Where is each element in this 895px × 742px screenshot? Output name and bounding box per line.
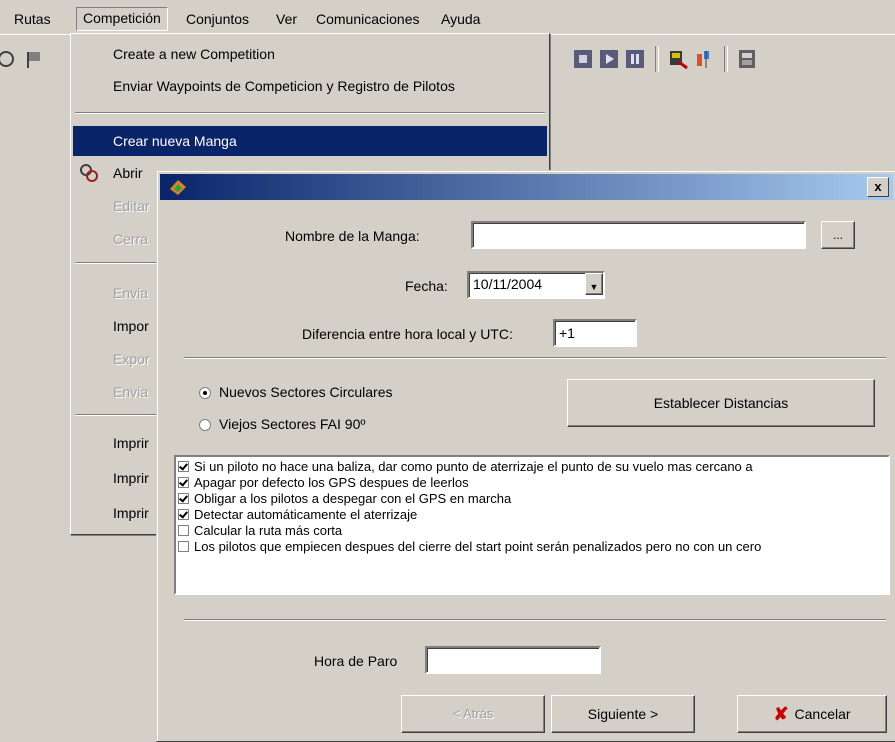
- fecha-label: Fecha:: [405, 278, 448, 294]
- options-checklist: Si un piloto no hace una baliza, dar com…: [174, 455, 890, 595]
- menu-comunicaciones[interactable]: Comunicaciones: [310, 8, 426, 30]
- tool-flag-icon[interactable]: [22, 48, 44, 70]
- chevron-down-icon: ▼: [589, 282, 599, 292]
- radio-viejos-label: Viejos Sectores FAI 90º: [219, 416, 366, 432]
- menu-bar: Rutas Competición Conjuntos Ver Comunica…: [0, 0, 895, 34]
- menu-competicion[interactable]: Competición: [76, 7, 168, 31]
- fecha-value: 10/11/2004: [473, 276, 543, 292]
- exit-icon[interactable]: [736, 48, 758, 70]
- siguiente-button[interactable]: Siguiente >: [551, 695, 695, 733]
- hora-paro-input[interactable]: [425, 646, 601, 674]
- option-row[interactable]: Si un piloto no hace una baliza, dar com…: [178, 459, 753, 475]
- dialog-divider: [184, 619, 886, 621]
- checkbox-checked[interactable]: [178, 493, 189, 504]
- option-row[interactable]: Apagar por defecto los GPS despues de le…: [178, 475, 469, 491]
- diferencia-label: Diferencia entre hora local y UTC:: [302, 326, 513, 342]
- cancelar-label: Cancelar: [794, 706, 851, 722]
- menu-ver[interactable]: Ver: [270, 8, 303, 30]
- dialog-divider: [184, 357, 886, 359]
- menu-item-create-competition[interactable]: Create a new Competition: [73, 39, 547, 69]
- gps-read-icon[interactable]: [667, 48, 689, 70]
- radio-nuevos-label: Nuevos Sectores Circulares: [219, 384, 393, 400]
- option-row[interactable]: Detectar automáticamente el aterrizaje: [178, 507, 417, 523]
- checkbox-checked[interactable]: [178, 477, 189, 488]
- establecer-distancias-button[interactable]: Establecer Distancias: [567, 379, 875, 427]
- option-label: Si un piloto no hace una baliza, dar com…: [194, 459, 753, 474]
- nombre-manga-input[interactable]: [471, 221, 806, 249]
- toolbar-separator: [724, 46, 728, 72]
- option-label: Apagar por defecto los GPS despues de le…: [194, 475, 469, 490]
- cancel-x-icon: ✘: [773, 704, 789, 724]
- menu-separator: [75, 112, 545, 114]
- menu-item-crear-nueva-manga[interactable]: Crear nueva Manga: [73, 126, 547, 156]
- option-row[interactable]: Calcular la ruta más corta: [178, 523, 342, 539]
- play-icon[interactable]: [598, 48, 620, 70]
- checkbox-unchecked[interactable]: [178, 541, 189, 552]
- browse-button[interactable]: ...: [821, 221, 855, 249]
- checkbox-unchecked[interactable]: [178, 525, 189, 536]
- pause-icon[interactable]: [624, 48, 646, 70]
- close-button[interactable]: x: [867, 177, 889, 197]
- diferencia-utc-input[interactable]: [553, 319, 637, 347]
- gps-send-icon[interactable]: [693, 48, 715, 70]
- menu-rutas[interactable]: Rutas: [8, 8, 57, 30]
- atras-button: < Atrás: [401, 695, 545, 733]
- option-row[interactable]: Los pilotos que empiecen despues del cie…: [178, 539, 761, 555]
- hora-paro-label: Hora de Paro: [314, 653, 398, 669]
- option-label: Detectar automáticamente el aterrizaje: [194, 507, 418, 522]
- nombre-label: Nombre de la Manga:: [285, 228, 420, 244]
- option-label: Calcular la ruta más corta: [194, 523, 343, 538]
- menu-item-enviar-waypoints[interactable]: Enviar Waypoints de Competicion y Regist…: [73, 71, 547, 101]
- radio-viejos-sectores[interactable]: [199, 419, 211, 431]
- option-label: Los pilotos que empiecen despues del cie…: [194, 539, 762, 554]
- cancelar-button[interactable]: ✘ Cancelar: [737, 695, 887, 733]
- dialog-titlebar[interactable]: x: [160, 174, 893, 200]
- fecha-select[interactable]: 10/11/2004 ▼: [467, 271, 605, 299]
- radio-nuevos-sectores[interactable]: [199, 387, 211, 399]
- option-row[interactable]: Obligar a los pilotos a despegar con el …: [178, 491, 511, 507]
- menu-ayuda[interactable]: Ayuda: [435, 8, 486, 30]
- stop-icon[interactable]: [572, 48, 594, 70]
- option-label: Obligar a los pilotos a despegar con el …: [194, 491, 512, 506]
- app-icon: [168, 177, 188, 197]
- menu-conjuntos[interactable]: Conjuntos: [180, 8, 255, 30]
- checkbox-checked[interactable]: [178, 509, 189, 520]
- fecha-dropdown-button[interactable]: ▼: [585, 273, 603, 295]
- toolbar-separator: [655, 46, 659, 72]
- crear-manga-dialog: x Nombre de la Manga: ... Fecha: 10/11/2…: [156, 170, 895, 742]
- tool-edit-icon[interactable]: [0, 48, 22, 70]
- checkbox-checked[interactable]: [178, 461, 189, 472]
